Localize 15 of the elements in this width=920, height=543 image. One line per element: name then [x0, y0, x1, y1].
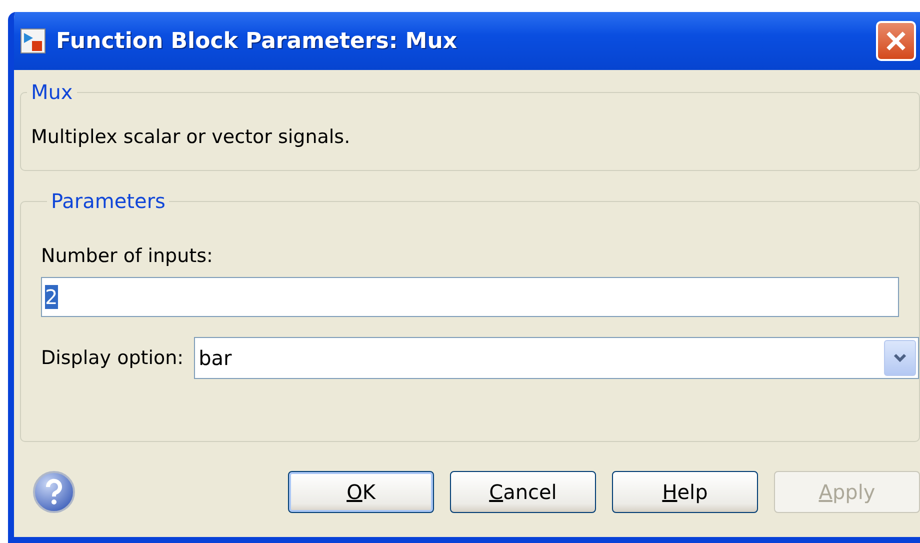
dialog-button[interactable]: Help [612, 471, 758, 513]
dropdown[interactable]: bar [194, 337, 919, 379]
block-description: Multiplex scalar or vector signals. [30, 125, 352, 150]
input-field[interactable]: 2 [41, 277, 899, 317]
close-button[interactable] [876, 21, 916, 61]
dialog-button[interactable]: OK [288, 471, 434, 513]
window-title: Function Block Parameters: Mux [56, 28, 458, 54]
field-label: Number of inputs: [41, 245, 214, 267]
close-icon [884, 29, 908, 53]
dialog-button[interactable]: Cancel [450, 471, 596, 513]
block-icon [20, 28, 46, 54]
field-label: Display option: [41, 347, 184, 369]
help-icon[interactable] [32, 470, 76, 514]
group-legend: Mux [27, 80, 77, 104]
group-legend: Parameters [47, 189, 170, 213]
